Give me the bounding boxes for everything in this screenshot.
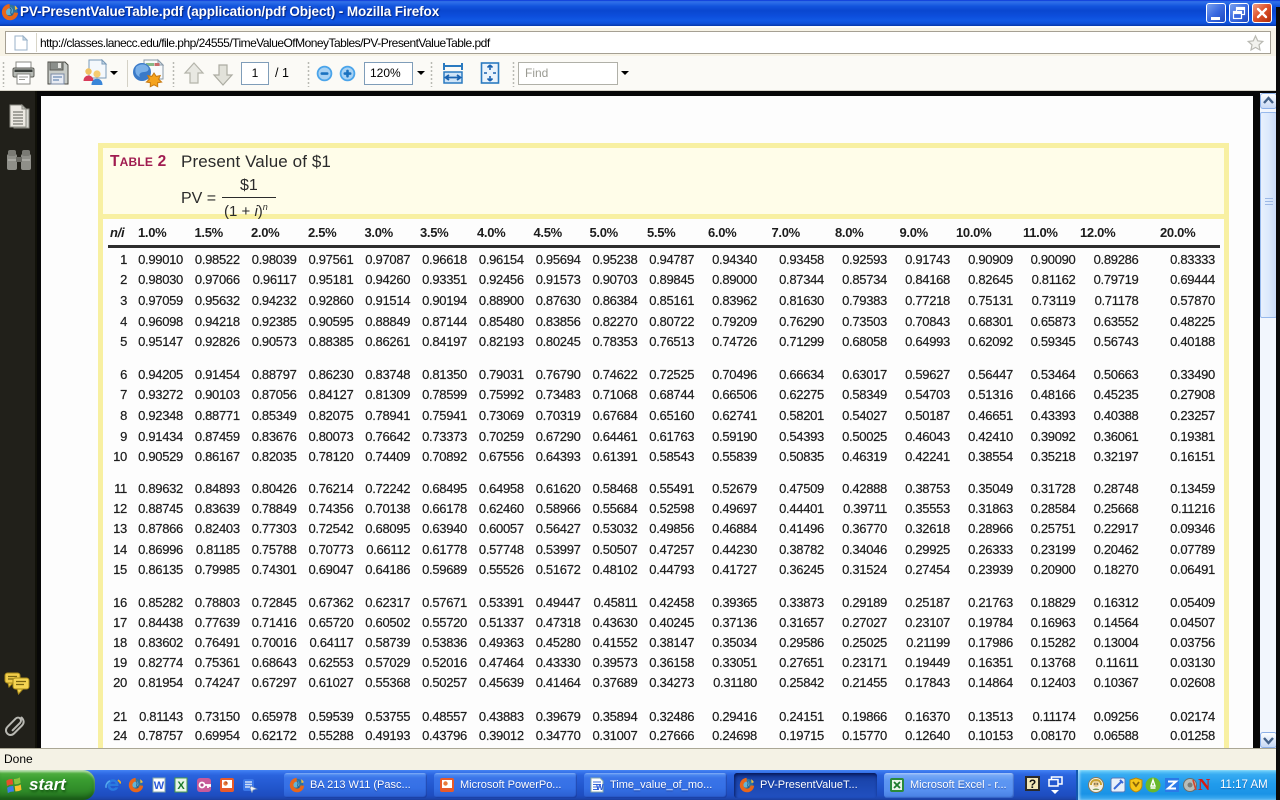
svg-text:X: X <box>177 780 185 792</box>
svg-text:W: W <box>596 783 604 792</box>
svg-text:W: W <box>154 780 165 792</box>
